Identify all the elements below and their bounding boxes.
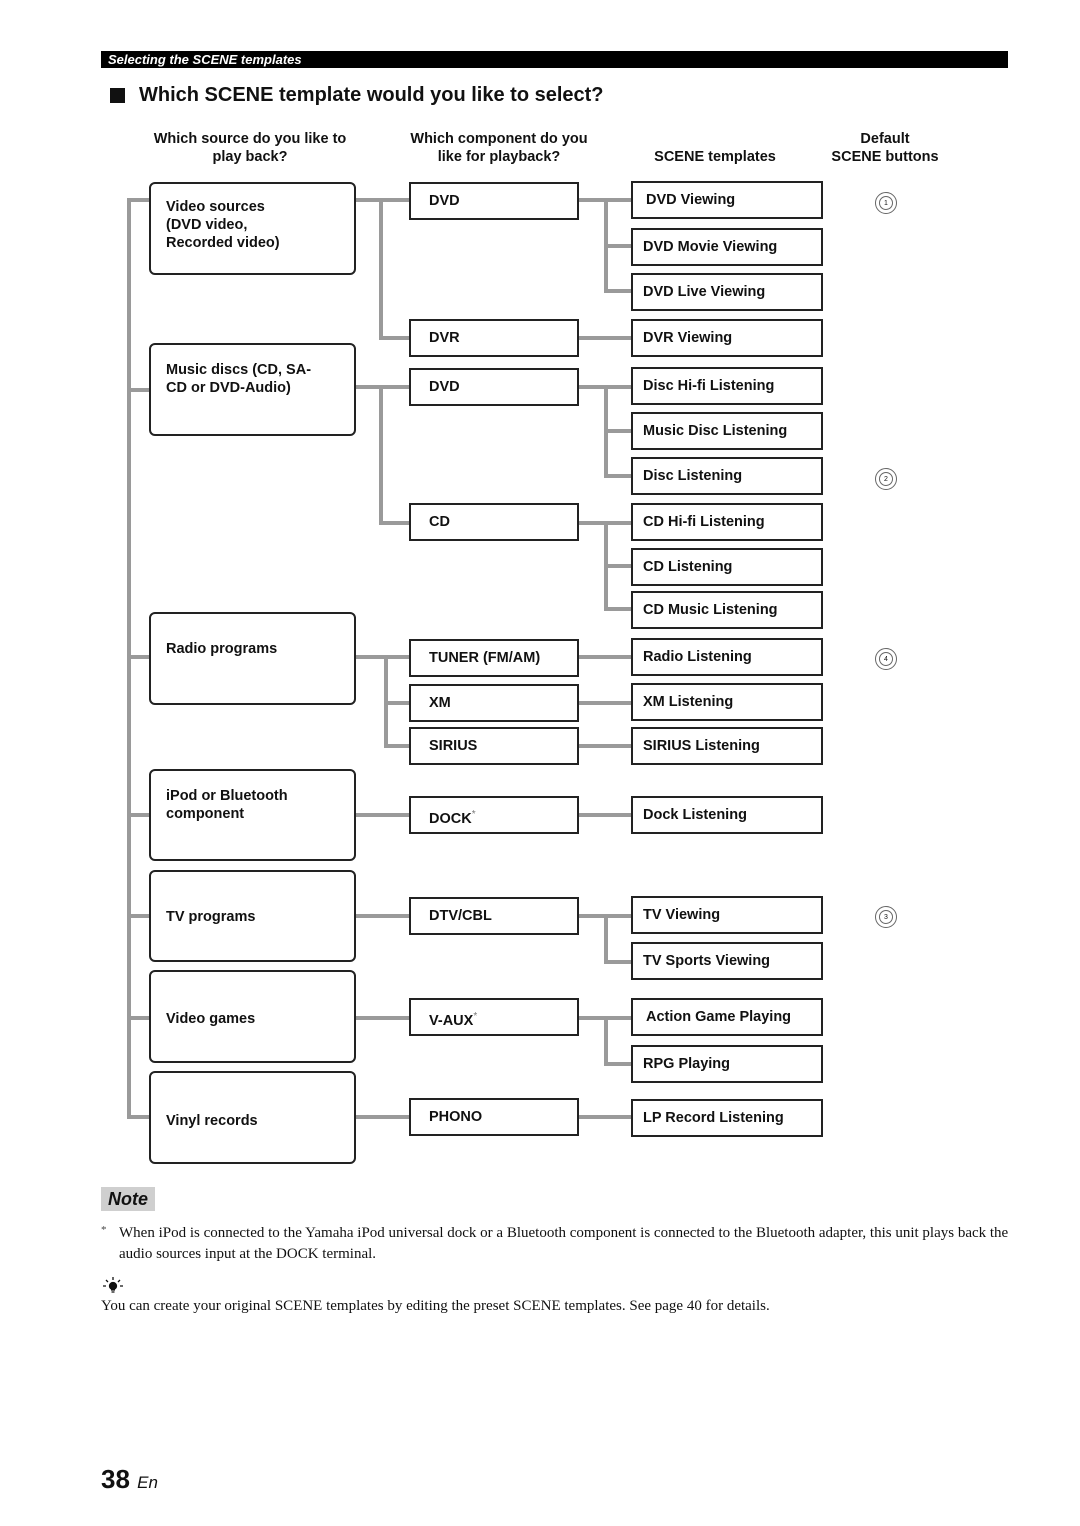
source-box-music: Music discs (CD, SA- CD or DVD-Audio) [149,343,356,436]
component-label: CD [429,514,450,530]
template-box: DVD Movie Viewing [631,228,823,266]
template-box: TV Sports Viewing [631,942,823,980]
footnote-mark: * [473,1011,478,1022]
source-line: Radio programs [166,640,278,657]
template-box: DVR Viewing [631,319,823,357]
note-label: Note [101,1187,155,1211]
component-box: V-AUX* [409,998,579,1036]
page-language: En [137,1473,158,1492]
template-box: LP Record Listening [631,1099,823,1137]
component-box: DVR [409,319,579,357]
template-box: CD Hi-fi Listening [631,503,823,541]
footnote: * When iPod is connected to the Yamaha i… [101,1223,1011,1265]
template-box: DVD Viewing [631,181,823,219]
template-box: Dock Listening [631,796,823,834]
scene-button-number: 2 [879,472,893,486]
component-label: DTV/CBL [429,908,492,924]
source-line: Vinyl records [166,1112,258,1129]
lightbulb-icon [101,1276,125,1296]
source-line: (DVD video, [166,216,248,233]
template-box: Music Disc Listening [631,412,823,450]
page-number-value: 38 [101,1464,130,1494]
source-line: component [166,806,245,822]
source-line: iPod or Bluetooth [166,788,288,804]
source-line: TV programs [166,909,256,925]
branch-line [579,655,631,817]
component-label: DVD [429,193,460,209]
component-box: DVD [409,182,579,220]
branch-line [579,198,631,293]
source-line: Video sources [166,198,265,215]
template-box: Disc Hi-fi Listening [631,367,823,405]
source-box-tv: TV programs [149,870,356,962]
component-box: TUNER (FM/AM) [409,639,579,677]
scene-button-number: 4 [879,652,893,666]
component-box: PHONO [409,1098,579,1136]
branch-line [579,521,631,611]
component-label: DVR [429,330,460,346]
template-box: CD Listening [631,548,823,586]
scene-button-icon: 4 [875,648,897,670]
component-box: DVD [409,368,579,406]
source-line: Recorded video) [166,234,280,251]
component-box: SIRIUS [409,727,579,765]
source-line: Music discs (CD, SA- [166,361,312,378]
template-box: Disc Listening [631,457,823,495]
branch-line [356,198,409,340]
component-label: PHONO [429,1109,483,1125]
source-box-vinyl: Vinyl records [149,1071,356,1164]
component-label: TUNER (FM/AM) [429,650,541,666]
component-label: XM [429,695,451,711]
template-box: CD Music Listening [631,591,823,629]
trunk-branch [129,388,149,1020]
source-box-video: Video sources (DVD video, Recorded video) [149,182,356,275]
component-box: CD [409,503,579,541]
footnote-mark: * [101,1224,107,1236]
scene-button-number: 3 [879,910,893,924]
template-box: TV Viewing [631,896,823,934]
component-label: SIRIUS [429,738,478,754]
source-box-games: Video games [149,970,356,1063]
branch-line [356,813,409,1119]
branch-line [579,385,631,478]
component-box: XM [409,684,579,722]
branch-line [356,385,409,525]
template-box: Action Game Playing [631,998,823,1036]
component-label: DVD [429,379,460,395]
scene-button-icon: 3 [875,906,897,928]
component-label: DOCK [429,810,472,827]
template-box: XM Listening [631,683,823,721]
component-label: V-AUX [429,1012,474,1029]
footnote-text: When iPod is connected to the Yamaha iPo… [119,1225,1009,1262]
page-number: 38 En [101,1464,158,1495]
template-box: SIRIUS Listening [631,727,823,765]
component-box: DTV/CBL [409,897,579,935]
scene-button-icon: 2 [875,468,897,490]
scene-button-number: 1 [879,196,893,210]
source-box-ipod: iPod or Bluetooth component [149,769,356,861]
template-box: RPG Playing [631,1045,823,1083]
branch-line [356,655,409,748]
template-box: Radio Listening [631,638,823,676]
footnote-mark: * [471,809,476,820]
branch-line [579,914,631,964]
tip-text: You can create your original SCENE templ… [101,1298,770,1314]
component-box: DOCK* [409,796,579,834]
source-line: CD or DVD-Audio) [166,379,291,396]
source-box-radio: Radio programs [149,612,356,705]
scene-button-icon: 1 [875,192,897,214]
branch-line [579,1016,631,1066]
template-box: DVD Live Viewing [631,273,823,311]
source-line: Video games [166,1011,256,1027]
